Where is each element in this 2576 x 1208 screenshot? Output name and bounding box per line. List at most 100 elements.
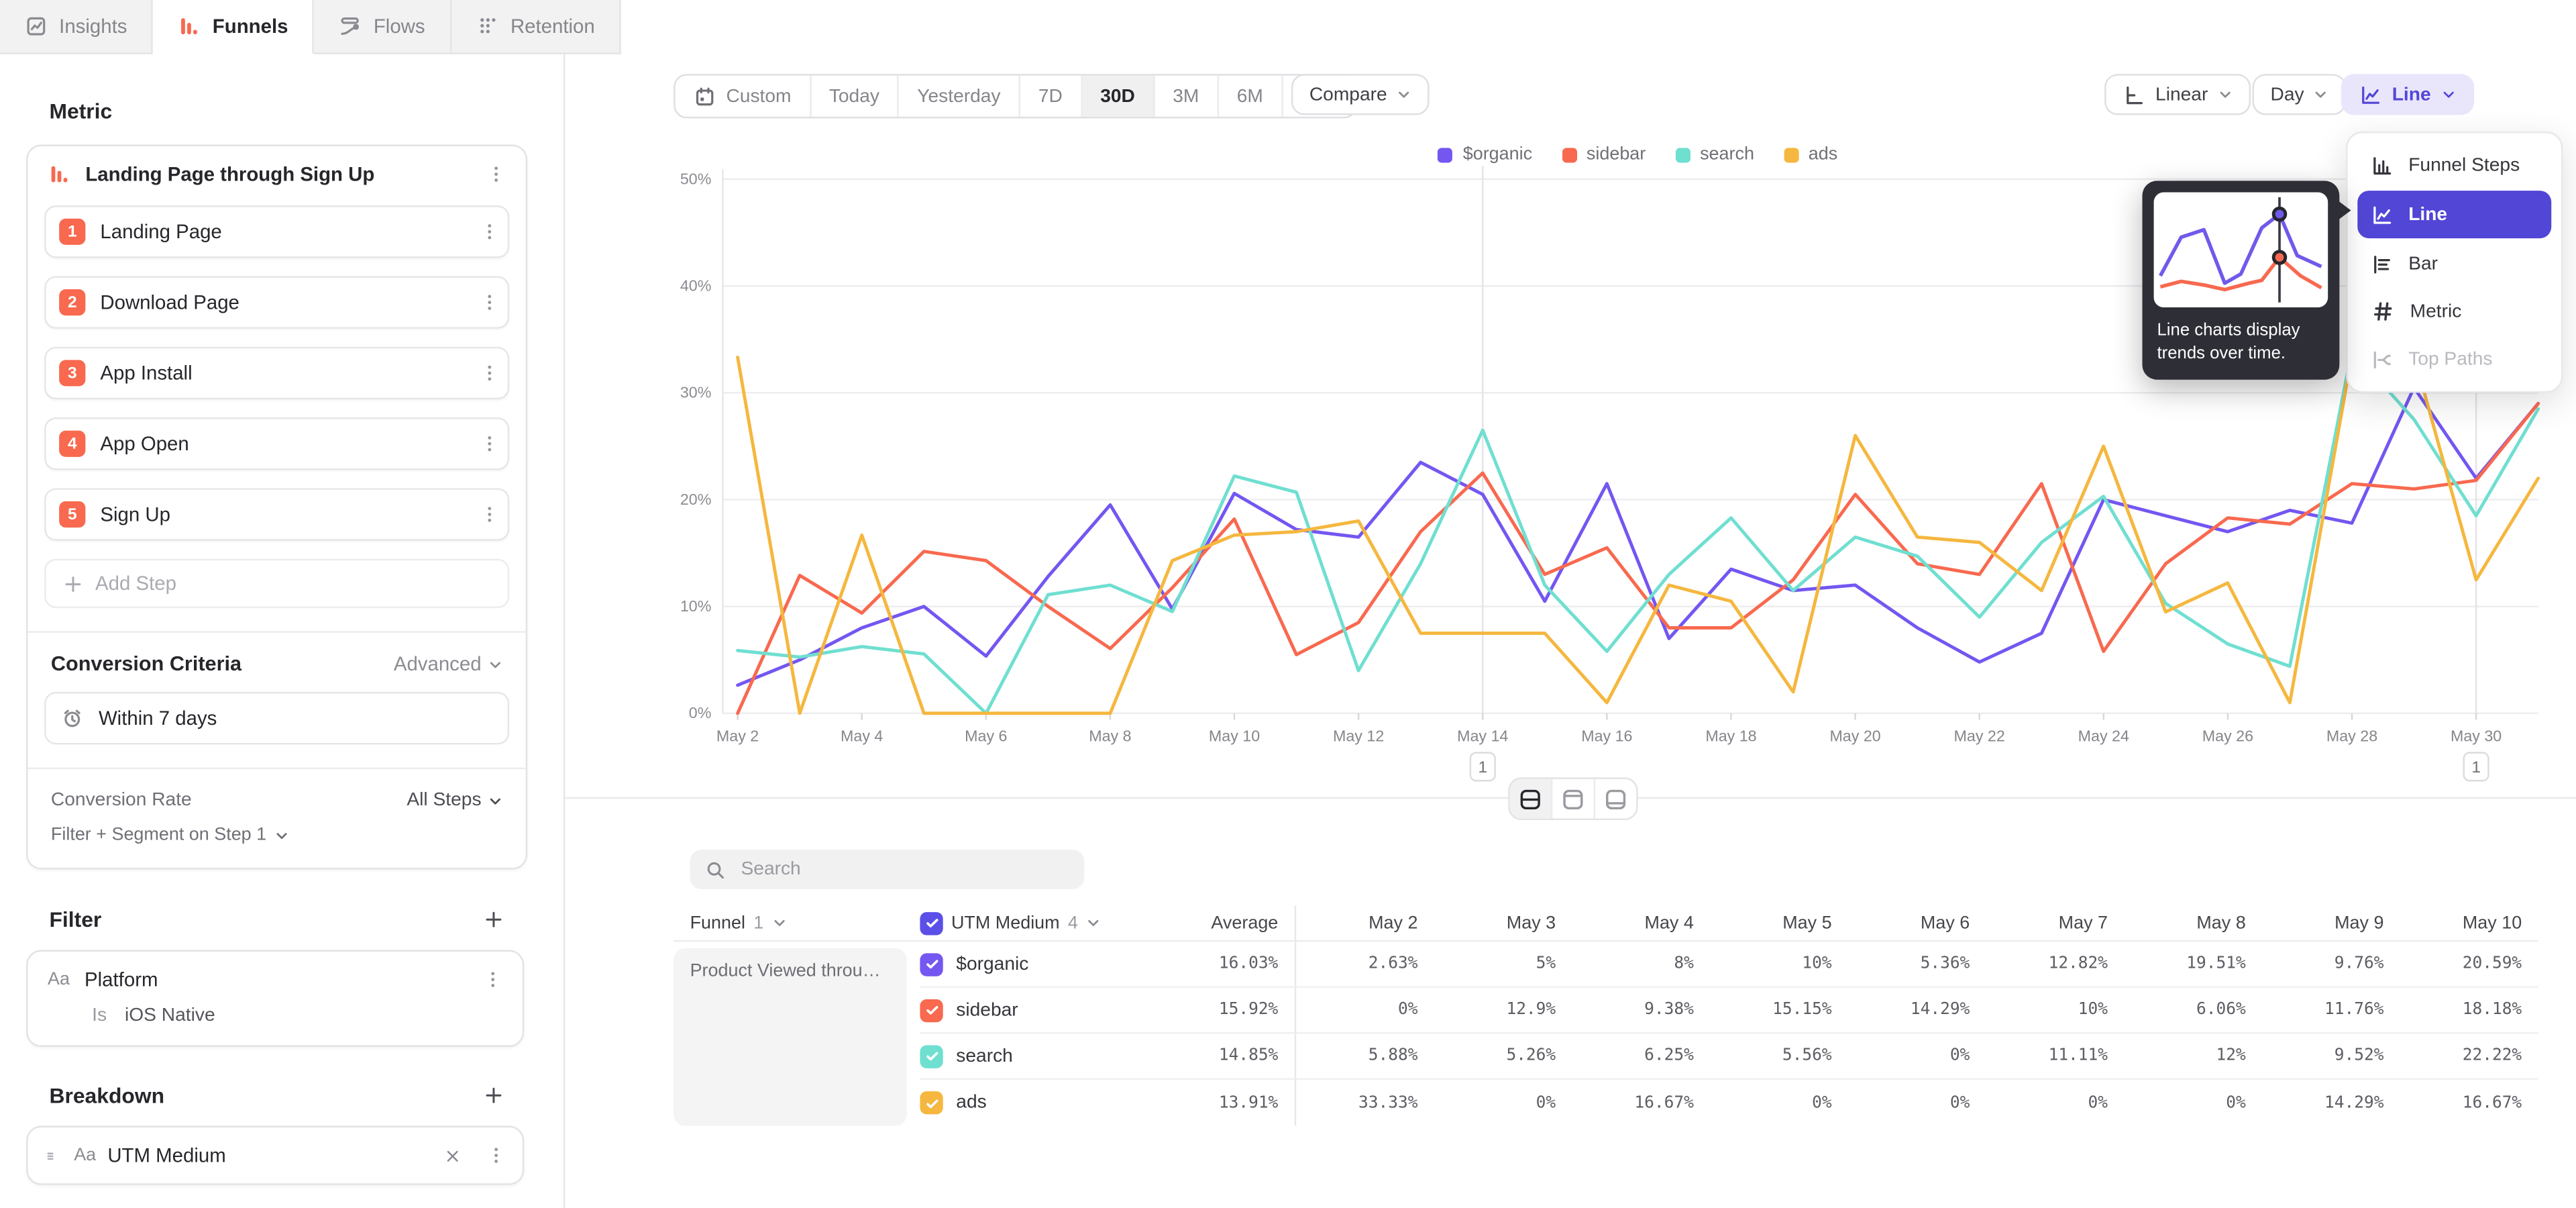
chart-view-button[interactable] xyxy=(1552,779,1595,819)
kebab-icon[interactable] xyxy=(480,293,499,312)
table-view-button[interactable] xyxy=(1595,779,1636,819)
drag-handle-icon[interactable] xyxy=(44,1146,62,1164)
menu-item-bar[interactable]: Bar xyxy=(2357,242,2551,286)
svg-text:May 18: May 18 xyxy=(1705,727,1756,744)
table-cell: 9.52% xyxy=(2262,1034,2400,1080)
table-cell: 18.18% xyxy=(2400,988,2538,1034)
add-filter-button[interactable] xyxy=(483,909,504,930)
funnels-icon xyxy=(48,162,70,185)
series-checkbox[interactable] xyxy=(920,999,943,1021)
kebab-icon[interactable] xyxy=(480,222,499,242)
svg-text:40%: 40% xyxy=(680,276,712,294)
filter-section-label: Filter xyxy=(49,907,101,932)
tab-bar: InsightsFunnels Flows Retention xyxy=(0,0,621,54)
svg-text:May 6: May 6 xyxy=(965,727,1007,744)
add-step-button[interactable]: Add Step xyxy=(44,559,509,608)
conversion-rate-label: Conversion Rate xyxy=(51,791,192,810)
table-cell: 16.03% xyxy=(1159,942,1297,988)
metric-card-header[interactable]: Landing Page through Sign Up xyxy=(28,146,526,199)
table-cell: 11.11% xyxy=(1986,1034,2125,1080)
add-breakdown-button[interactable] xyxy=(483,1085,504,1106)
close-icon[interactable] xyxy=(443,1146,462,1164)
filter-value[interactable]: iOS Native xyxy=(125,1006,215,1025)
table-cell: 5.56% xyxy=(1710,1034,1848,1080)
select-all-checkbox[interactable] xyxy=(920,911,943,934)
series-checkbox[interactable] xyxy=(920,952,943,975)
chevron-down-icon xyxy=(771,915,786,930)
column-header[interactable]: May 9 xyxy=(2262,905,2400,942)
funnel-step[interactable]: 5Sign Up xyxy=(44,488,509,540)
step-label: Sign Up xyxy=(100,503,170,525)
column-header[interactable]: May 3 xyxy=(1434,905,1572,942)
series-label: $organic xyxy=(956,954,1028,974)
column-header[interactable]: May 7 xyxy=(1986,905,2125,942)
table-cell: 14.29% xyxy=(1848,988,1986,1034)
column-header[interactable]: Average xyxy=(1159,905,1297,942)
table-cell: 16.67% xyxy=(1572,1080,1711,1126)
filter-property-label[interactable]: Platform xyxy=(85,968,158,991)
svg-text:May 24: May 24 xyxy=(2078,727,2129,744)
clock-icon xyxy=(61,707,84,729)
search-input[interactable] xyxy=(738,858,1070,880)
filter-operator[interactable]: Is xyxy=(92,1006,107,1025)
funnel-step[interactable]: 4App Open xyxy=(44,417,509,470)
column-header[interactable]: May 4 xyxy=(1572,905,1711,942)
column-header[interactable]: May 10 xyxy=(2400,905,2538,942)
table-row-label: $organic xyxy=(920,942,1158,988)
menu-item-label: Metric xyxy=(2410,301,2462,321)
column-header[interactable]: May 6 xyxy=(1848,905,1986,942)
kebab-icon[interactable] xyxy=(480,505,499,524)
conversion-window[interactable]: Within 7 days xyxy=(44,692,509,744)
funnel-column-header[interactable]: Funnel 1 xyxy=(674,905,920,942)
svg-text:May 20: May 20 xyxy=(1829,727,1880,744)
funnel-step[interactable]: 2Download Page xyxy=(44,276,509,328)
kebab-icon[interactable] xyxy=(480,363,499,383)
step-label: Landing Page xyxy=(100,220,221,243)
column-header[interactable]: May 8 xyxy=(2125,905,2263,942)
chevron-down-icon xyxy=(488,656,502,671)
table-cell: 0% xyxy=(2125,1080,2263,1126)
filter-segment-label: Filter + Segment on Step 1 xyxy=(51,825,266,844)
table-cell: 15.15% xyxy=(1710,988,1848,1034)
funnel-col-count: 1 xyxy=(753,913,763,932)
table-cell: 6.06% xyxy=(2125,988,2263,1034)
chart-view-icon xyxy=(1561,787,1586,811)
tab-flows[interactable]: Flows xyxy=(315,0,451,54)
tab-retention[interactable]: Retention xyxy=(451,0,621,54)
kebab-icon[interactable] xyxy=(483,970,502,989)
funnel-group-cell[interactable]: Product Viewed through P... xyxy=(674,948,907,1125)
kebab-icon[interactable] xyxy=(486,164,506,184)
breakdown-property-label[interactable]: UTM Medium xyxy=(107,1144,225,1166)
split-view-button[interactable] xyxy=(1510,779,1553,819)
tab-insights[interactable]: Insights xyxy=(0,0,154,54)
advanced-dropdown[interactable]: Advanced xyxy=(394,652,503,675)
table-cell: 10% xyxy=(1986,988,2125,1034)
bar-chart-icon xyxy=(2371,252,2394,275)
flows-icon xyxy=(339,15,362,38)
funnel-step[interactable]: 1Landing Page xyxy=(44,205,509,258)
column-header[interactable]: May 5 xyxy=(1710,905,1848,942)
table-cell: 20.59% xyxy=(2400,942,2538,988)
menu-item-funnel-steps[interactable]: Funnel Steps xyxy=(2357,143,2551,187)
column-header[interactable]: May 2 xyxy=(1296,905,1434,942)
menu-item-line[interactable]: Line xyxy=(2357,191,2551,238)
filter-segment-dropdown[interactable]: Filter + Segment on Step 1 xyxy=(28,810,526,868)
funnel-step[interactable]: 3App Install xyxy=(44,347,509,399)
insights-icon xyxy=(25,15,48,38)
tab-funnels[interactable]: Funnels xyxy=(154,0,315,54)
series-checkbox[interactable] xyxy=(920,1044,943,1067)
all-steps-dropdown[interactable]: All Steps xyxy=(407,791,502,810)
funnel-steps-list: 1Landing Page 2Download Page 3App Install 4… xyxy=(28,199,526,540)
chart-type-menu: Funnel StepsLineBarMetricTop Paths xyxy=(2346,132,2563,393)
menu-item-metric[interactable]: Metric xyxy=(2357,289,2551,334)
table-cell: 6.25% xyxy=(1572,1034,1711,1080)
svg-text:May 10: May 10 xyxy=(1209,727,1260,744)
layout-toggle-group xyxy=(1508,777,1638,820)
query-sidebar: Metric Landing Page through Sign Up 1Lan… xyxy=(0,54,565,1208)
breakdown-column-header[interactable]: UTM Medium 4 xyxy=(920,905,1158,942)
kebab-icon[interactable] xyxy=(480,434,499,454)
series-label: search xyxy=(956,1046,1013,1066)
kebab-icon[interactable] xyxy=(486,1146,506,1165)
series-checkbox[interactable] xyxy=(920,1091,943,1114)
tab-label: Flows xyxy=(374,15,425,38)
